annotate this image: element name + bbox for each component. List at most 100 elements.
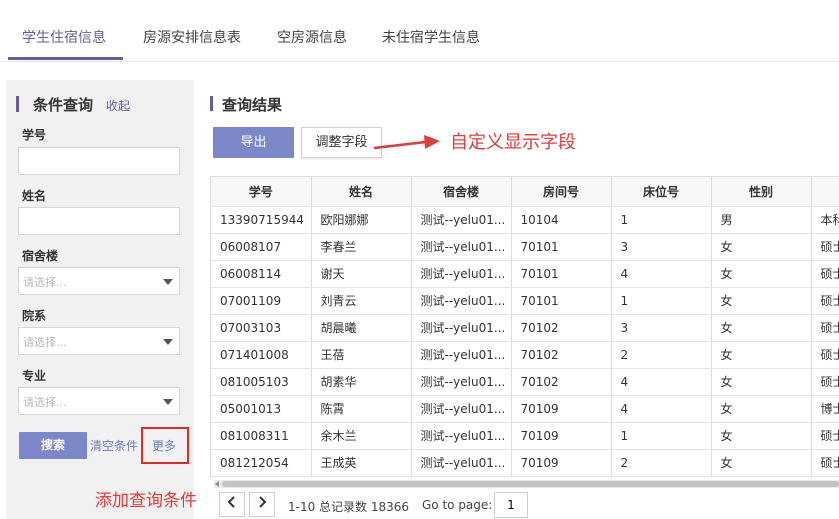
department-select[interactable]: 请选择...	[18, 327, 180, 355]
export-button[interactable]: 导出	[213, 127, 294, 158]
cell-room: 70101	[511, 233, 612, 261]
results-table: 学号 姓名 宿舍楼 房间号 床位号 性别 培 13390715944欧阳娜娜测试…	[210, 176, 839, 478]
clear-conditions-link[interactable]: 清空条件	[90, 437, 138, 454]
tab-unaccommodated-students[interactable]: 未住宿学生信息	[382, 27, 480, 47]
cell-building: 测试--yelu01...	[411, 368, 512, 396]
add-condition-annotation: 添加查询条件	[95, 491, 197, 511]
building-label: 宿舍楼	[22, 249, 59, 263]
cell-student-id: 07003103	[211, 314, 312, 342]
cell-room: 70109	[511, 422, 612, 450]
student-id-input[interactable]	[18, 147, 180, 175]
adjust-columns-button[interactable]: 调整字段	[301, 127, 382, 158]
cell-student-id: 07001109	[211, 287, 312, 315]
cell-gender: 女	[711, 422, 812, 450]
page: 学生住宿信息 房源安排信息表 空房源信息 未住宿学生信息 条件查询 收起 学号 …	[0, 0, 839, 519]
table-row[interactable]: 06008107李春兰测试--yelu01...701013女硕士	[211, 233, 839, 261]
cell-student-id: 081008311	[211, 422, 312, 450]
cell-student-id: 071401008	[211, 341, 312, 369]
cell-building: 测试--yelu01...	[411, 260, 512, 288]
cell-gender: 女	[711, 260, 812, 288]
building-select[interactable]: 请选择...	[18, 267, 180, 295]
tab-vacant-rooms[interactable]: 空房源信息	[277, 27, 347, 47]
cell-name: 刘青云	[311, 287, 412, 315]
cell-student-id: 05001013	[211, 395, 312, 423]
cell-student-id: 081212054	[211, 449, 312, 477]
table-row[interactable]: 06008114谢天测试--yelu01...701014女硕士	[211, 260, 839, 288]
results-title-marker	[210, 96, 213, 111]
cell-gender: 女	[711, 395, 812, 423]
table-row[interactable]: 05001013陈霄测试--yelu01...701094女博士	[211, 395, 839, 423]
cell-student-id: 081005103	[211, 368, 312, 396]
cell-level: 硕士	[811, 233, 839, 261]
cell-bed: 1	[611, 206, 712, 234]
cell-bed: 4	[611, 368, 712, 396]
cell-level: 硕士	[811, 449, 839, 477]
next-page-button[interactable]	[249, 492, 275, 517]
cell-building: 测试--yelu01...	[411, 233, 512, 261]
column-header-student-id[interactable]: 学号	[211, 177, 312, 207]
major-label: 专业	[22, 369, 47, 383]
column-header-bed[interactable]: 床位号	[611, 177, 712, 207]
cell-name: 王成英	[311, 449, 412, 477]
column-header-building[interactable]: 宿舍楼	[411, 177, 512, 207]
cell-name: 李春兰	[311, 233, 412, 261]
table-row[interactable]: 081212054王成英测试--yelu01...701092女硕士	[211, 449, 839, 477]
cell-student-id: 06008107	[211, 233, 312, 261]
cell-bed: 2	[611, 449, 712, 477]
column-header-room[interactable]: 房间号	[511, 177, 612, 207]
sidebar-title-marker	[16, 96, 19, 112]
chevron-down-icon	[163, 339, 173, 345]
cell-gender: 女	[711, 233, 812, 261]
cell-gender: 女	[711, 449, 812, 477]
table-row[interactable]: 13390715944欧阳娜娜测试--yelu01...101041男本科	[211, 206, 839, 234]
table-header-row: 学号 姓名 宿舍楼 房间号 床位号 性别 培	[211, 177, 839, 207]
horizontal-scrollbar[interactable]	[214, 480, 839, 488]
table-row[interactable]: 07003103胡晨曦测试--yelu01...701023女硕士	[211, 314, 839, 342]
column-header-level[interactable]: 培	[811, 177, 839, 207]
cell-name: 胡素华	[311, 368, 412, 396]
cell-bed: 3	[611, 314, 712, 342]
cell-room: 70102	[511, 368, 612, 396]
cell-name: 余木兰	[311, 422, 412, 450]
table-row[interactable]: 081005103胡素华测试--yelu01...701024女硕士	[211, 368, 839, 396]
search-button[interactable]: 搜索	[19, 432, 87, 459]
name-input[interactable]	[18, 207, 180, 235]
custom-columns-annotation: 自定义显示字段	[450, 132, 576, 153]
cell-building: 测试--yelu01...	[411, 395, 512, 423]
collapse-link[interactable]: 收起	[106, 97, 130, 114]
cell-level: 硕士	[811, 341, 839, 369]
chevron-down-icon	[163, 399, 173, 405]
cell-building: 测试--yelu01...	[411, 341, 512, 369]
tab-bar: 学生住宿信息 房源安排信息表 空房源信息 未住宿学生信息	[0, 0, 839, 62]
table-row[interactable]: 071401008王蓓测试--yelu01...701022女硕士	[211, 341, 839, 369]
scroll-left-icon[interactable]	[215, 481, 219, 487]
department-placeholder: 请选择...	[23, 336, 67, 349]
pagination-info: 1-10 总记录数 18366	[288, 500, 410, 514]
goto-page-input[interactable]	[494, 492, 528, 518]
cell-bed: 1	[611, 422, 712, 450]
major-select[interactable]: 请选择...	[18, 387, 180, 415]
student-id-label: 学号	[22, 128, 47, 142]
cell-level: 硕士	[811, 314, 839, 342]
major-placeholder: 请选择...	[23, 396, 67, 409]
cell-building: 测试--yelu01...	[411, 449, 512, 477]
scrollbar-thumb[interactable]	[222, 481, 839, 487]
cell-room: 70101	[511, 287, 612, 315]
cell-name: 谢天	[311, 260, 412, 288]
column-header-gender[interactable]: 性别	[711, 177, 812, 207]
table-row[interactable]: 07001109刘青云测试--yelu01...701011女硕士	[211, 287, 839, 315]
cell-room: 70109	[511, 395, 612, 423]
column-header-name[interactable]: 姓名	[311, 177, 412, 207]
more-conditions-link[interactable]: 更多	[152, 437, 176, 454]
table-row[interactable]: 081008311余木兰测试--yelu01...701091女硕士	[211, 422, 839, 450]
chevron-left-icon	[227, 496, 235, 508]
cell-room: 70102	[511, 314, 612, 342]
cell-name: 胡晨曦	[311, 314, 412, 342]
cell-bed: 4	[611, 260, 712, 288]
cell-gender: 女	[711, 314, 812, 342]
prev-page-button[interactable]	[219, 492, 245, 517]
tab-student-accommodation[interactable]: 学生住宿信息	[22, 27, 106, 47]
name-label: 姓名	[22, 189, 47, 203]
tab-room-arrangement[interactable]: 房源安排信息表	[143, 27, 241, 47]
goto-page-label: Go to page:	[422, 498, 493, 512]
